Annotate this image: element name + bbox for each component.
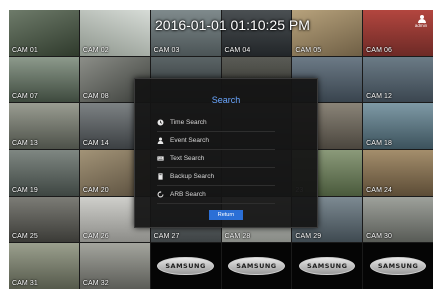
camera-tile[interactable]: CAM 32 bbox=[79, 243, 150, 289]
camera-label: CAM 02 bbox=[82, 46, 109, 54]
menu-item-label: Event Search bbox=[170, 137, 210, 144]
camera-tile[interactable]: SAMSUNG bbox=[150, 243, 221, 289]
samsung-logo-text: SAMSUNG bbox=[377, 262, 419, 271]
menu-item-arb-search[interactable]: ARB Search bbox=[157, 186, 275, 204]
camera-label: CAM 24 bbox=[366, 186, 393, 194]
camera-label: CAM 20 bbox=[82, 186, 109, 194]
camera-label: CAM 12 bbox=[366, 93, 393, 101]
menu-item-time-search[interactable]: Time Search bbox=[157, 114, 275, 132]
camera-tile[interactable]: CAM 18 bbox=[363, 103, 433, 149]
search-menu: Time Search Event Search Text Search Bac… bbox=[157, 114, 317, 204]
samsung-logo: SAMSUNG bbox=[299, 256, 356, 276]
camera-label: CAM 01 bbox=[12, 46, 38, 54]
menu-item-label: Backup Search bbox=[170, 173, 215, 180]
samsung-logo: SAMSUNG bbox=[228, 256, 285, 276]
camera-label: CAM 32 bbox=[82, 280, 109, 287]
user-status[interactable]: admin bbox=[413, 15, 429, 28]
camera-tile[interactable]: CAM 24 bbox=[363, 150, 433, 196]
samsung-logo-text: SAMSUNG bbox=[307, 262, 348, 271]
datetime-display: 2016-01-01 01:10:25 PM bbox=[155, 17, 310, 33]
menu-item-label: Time Search bbox=[170, 119, 207, 126]
camera-tile[interactable]: CAM 02 bbox=[79, 10, 150, 56]
camera-label: CAM 05 bbox=[295, 46, 322, 54]
camera-tile[interactable]: CAM 31 bbox=[9, 243, 79, 289]
camera-label: CAM 14 bbox=[82, 140, 109, 147]
person-icon bbox=[157, 137, 164, 144]
camera-tile[interactable]: CAM 01 bbox=[9, 10, 79, 56]
camera-label: CAM 26 bbox=[82, 233, 109, 241]
camera-label: CAM 13 bbox=[12, 140, 38, 147]
samsung-logo-text: SAMSUNG bbox=[165, 262, 206, 271]
camera-label: CAM 04 bbox=[224, 46, 251, 54]
user-name: admin bbox=[414, 23, 428, 28]
return-button[interactable]: Return bbox=[209, 210, 243, 220]
camera-label: CAM 27 bbox=[153, 233, 180, 241]
camera-tile[interactable]: SAMSUNG bbox=[221, 243, 292, 289]
camera-label: CAM 07 bbox=[12, 93, 38, 101]
camera-tile[interactable]: CAM 13 bbox=[9, 103, 79, 149]
sync-icon bbox=[157, 191, 164, 198]
camera-label: CAM 08 bbox=[82, 93, 109, 101]
menu-item-text-search[interactable]: Text Search bbox=[157, 150, 275, 168]
nvr-live-view: CAM 01 CAM 02 CAM 03 CAM 04 CAM 05 CAM 06 CAM … bbox=[9, 10, 433, 289]
keyboard-icon bbox=[157, 155, 164, 162]
samsung-logo: SAMSUNG bbox=[369, 256, 427, 276]
menu-item-event-search[interactable]: Event Search bbox=[157, 132, 275, 150]
camera-label: CAM 03 bbox=[153, 46, 180, 54]
camera-tile[interactable]: CAM 12 bbox=[363, 56, 433, 103]
search-dialog-title: Search bbox=[211, 95, 241, 105]
storage-icon bbox=[157, 173, 164, 180]
camera-label: CAM 06 bbox=[366, 46, 393, 54]
samsung-logo-text: SAMSUNG bbox=[236, 262, 277, 271]
camera-tile[interactable]: SAMSUNG bbox=[363, 243, 433, 289]
camera-tile[interactable]: CAM 07 bbox=[9, 56, 79, 103]
camera-label: CAM 18 bbox=[366, 140, 393, 147]
camera-label: CAM 29 bbox=[295, 233, 322, 241]
camera-tile[interactable]: CAM 25 bbox=[9, 196, 79, 243]
menu-item-label: ARB Search bbox=[170, 191, 206, 198]
camera-label: CAM 28 bbox=[224, 233, 251, 241]
camera-label: CAM 30 bbox=[366, 233, 393, 241]
samsung-logo: SAMSUNG bbox=[157, 256, 214, 276]
camera-tile[interactable]: SAMSUNG bbox=[292, 243, 363, 289]
camera-label: CAM 25 bbox=[12, 233, 38, 241]
menu-item-backup-search[interactable]: Backup Search bbox=[157, 168, 275, 186]
user-icon bbox=[417, 15, 426, 23]
camera-label: CAM 19 bbox=[12, 186, 38, 194]
camera-tile[interactable]: CAM 19 bbox=[9, 150, 79, 196]
search-dialog: Search Time Search Event Search Text Sea… bbox=[134, 78, 318, 228]
camera-tile[interactable]: CAM 30 bbox=[363, 196, 433, 243]
clock-icon bbox=[157, 119, 164, 126]
menu-item-label: Text Search bbox=[170, 155, 205, 162]
camera-label: CAM 31 bbox=[12, 280, 38, 287]
